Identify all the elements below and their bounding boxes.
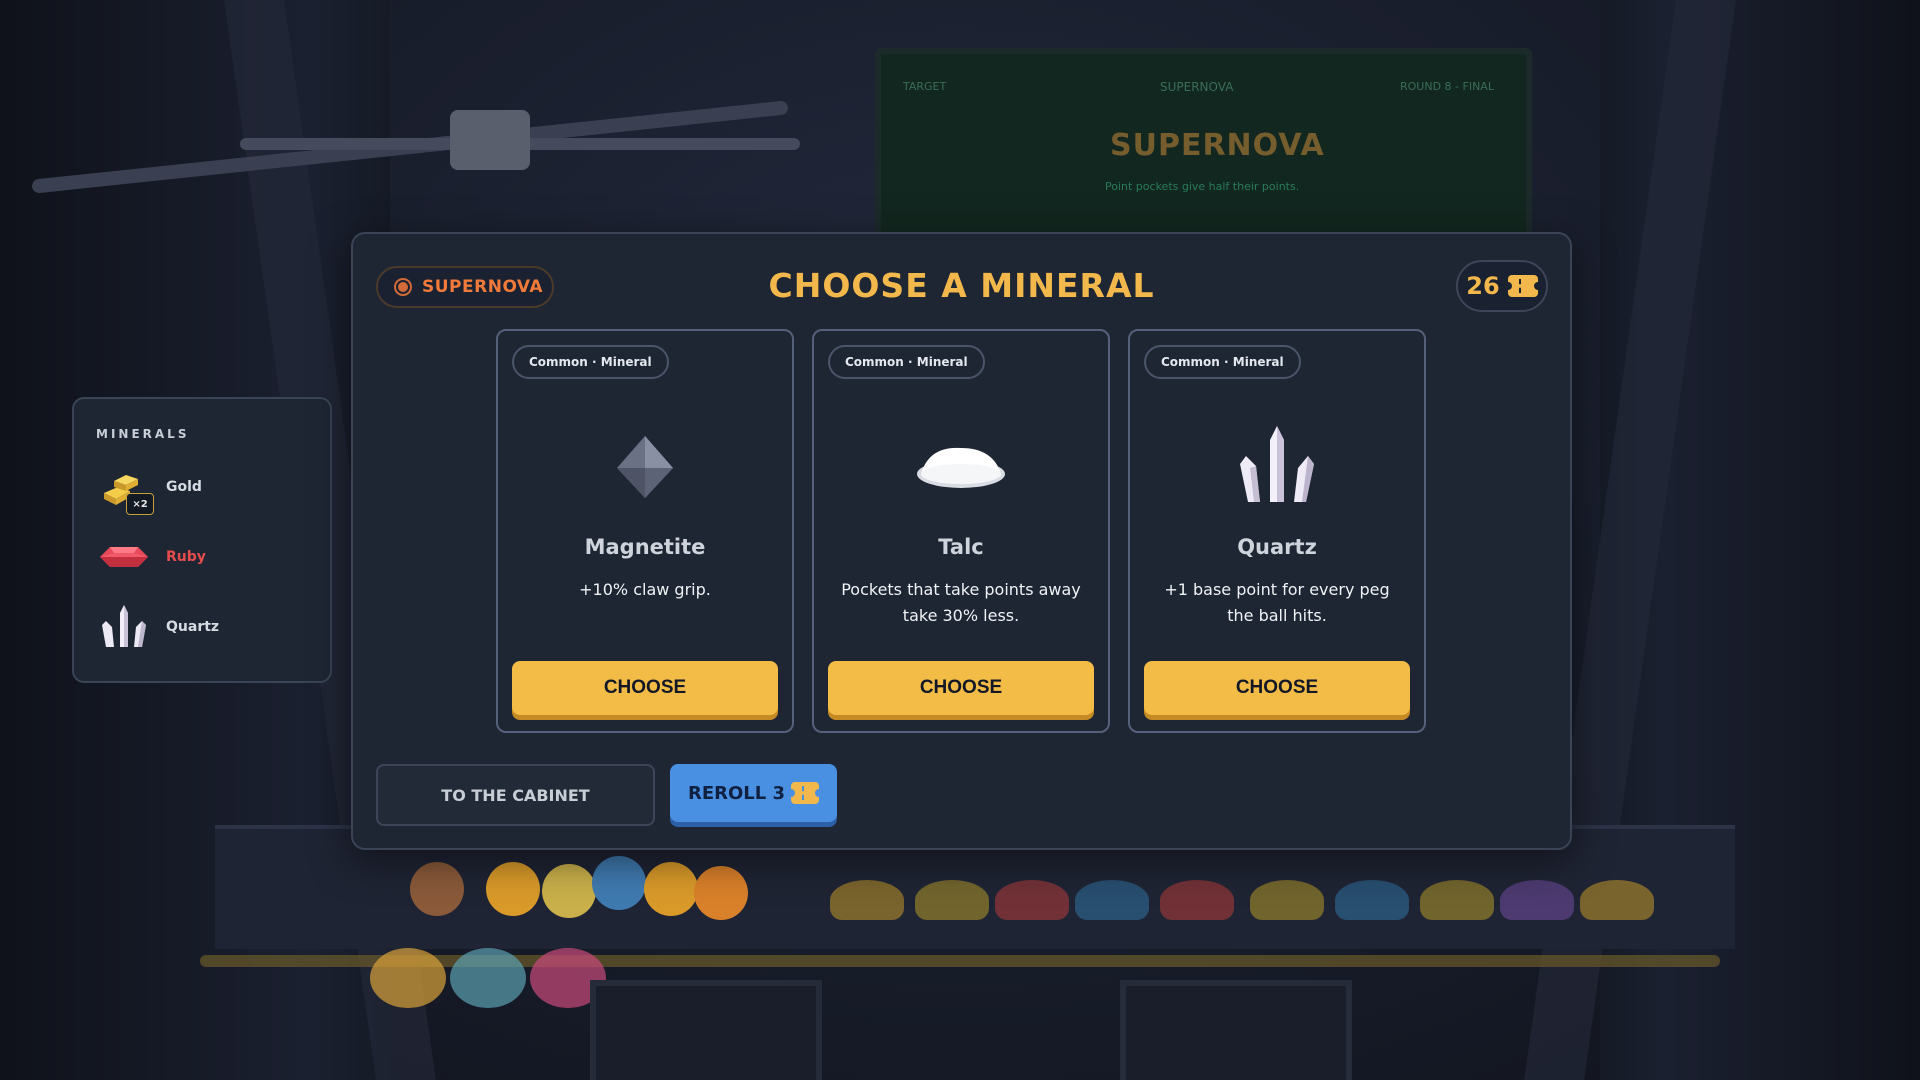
mineral-gold[interactable]: ×2 Gold: [96, 457, 316, 517]
mineral-label: Quartz: [166, 619, 220, 635]
mineral-card-magnetite: Common · Mineral Magnetite +10% claw gri…: [496, 329, 794, 733]
card-name: Magnetite: [584, 535, 706, 559]
card-name: Talc: [938, 535, 984, 559]
ball: [644, 862, 698, 916]
choose-button-talc[interactable]: CHOOSE: [828, 661, 1094, 715]
ball: [592, 856, 646, 910]
gold-icon: ×2: [96, 459, 154, 515]
ball: [694, 866, 748, 920]
ball: [410, 862, 464, 916]
rarity-badge: Common · Mineral: [512, 345, 669, 379]
screen-target-label: TARGET: [903, 80, 947, 93]
cabinet-door: [590, 980, 822, 1080]
card-description: Pockets that take points away take 30% l…: [841, 580, 1081, 625]
reroll-label: REROLL 3: [687, 782, 786, 804]
reroll-button[interactable]: REROLL 3: [670, 764, 837, 822]
pocket: [1500, 880, 1574, 920]
mineral-label: Ruby: [166, 549, 206, 565]
pocket: [1250, 880, 1324, 920]
pocket: [1075, 880, 1149, 920]
ticket-icon: [787, 782, 824, 804]
mineral-label: Gold: [166, 479, 202, 495]
minerals-heading: MINERALS: [96, 427, 190, 441]
card-description: +1 base point for every peg the ball hit…: [1164, 580, 1390, 625]
dialog-title: CHOOSE A MINERAL: [768, 266, 1155, 305]
ruby-icon: [96, 529, 152, 585]
rarity-badge: Common · Mineral: [1144, 345, 1301, 379]
mineral-quartz[interactable]: Quartz: [96, 597, 316, 657]
pocket: [995, 880, 1069, 920]
claw-head: [450, 110, 530, 170]
talc-icon: [814, 411, 1108, 521]
choose-button-quartz[interactable]: CHOOSE: [1144, 661, 1410, 715]
mineral-card-talc: Common · Mineral Talc Pockets that take …: [812, 329, 1110, 733]
magnetite-icon: [498, 411, 792, 521]
to-the-cabinet-button[interactable]: TO THE CABINET: [376, 764, 655, 826]
rarity-badge: Common · Mineral: [828, 345, 985, 379]
pocket: [1160, 880, 1234, 920]
card-description: +10% claw grip.: [579, 580, 711, 599]
ball: [486, 862, 540, 916]
ticket-icon: [1503, 275, 1542, 297]
pocket: [830, 880, 904, 920]
screen-title: SUPERNOVA: [1110, 128, 1325, 163]
screen-round: ROUND 8 - FINAL: [1400, 80, 1494, 93]
cabinet-button: [450, 948, 526, 1008]
cabinet-button: [370, 948, 446, 1008]
minerals-panel: MINERALS ×2 Gold Ruby Quartz: [72, 397, 332, 683]
ticket-counter: 26: [1456, 260, 1548, 312]
mineral-card-quartz: Common · Mineral Quartz +1 base point fo…: [1128, 329, 1426, 733]
choose-mineral-dialog: SUPERNOVA CHOOSE A MINERAL 26 Common · M…: [351, 232, 1572, 850]
ball: [542, 864, 596, 918]
pocket: [1420, 880, 1494, 920]
pocket: [915, 880, 989, 920]
pocket: [1580, 880, 1654, 920]
gold-multiplier-badge: ×2: [126, 493, 154, 515]
ticket-count-value: 26: [1466, 272, 1500, 300]
pocket: [1335, 880, 1409, 920]
quartz-icon: [96, 599, 152, 655]
quartz-icon: [1130, 411, 1424, 521]
screen-subtitle: Point pockets give half their points.: [1105, 180, 1300, 193]
cabinet-door: [1120, 980, 1352, 1080]
choose-button-magnetite[interactable]: CHOOSE: [512, 661, 778, 715]
card-name: Quartz: [1237, 535, 1317, 559]
mineral-ruby[interactable]: Ruby: [96, 527, 316, 587]
screen-badge: SUPERNOVA: [1160, 80, 1234, 94]
